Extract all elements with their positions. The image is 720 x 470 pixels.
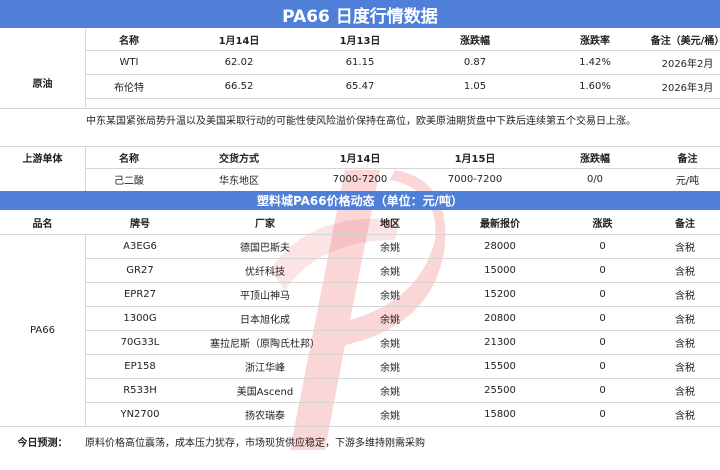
plastics-data-cell: 扬农瑞泰: [245, 410, 285, 422]
plastics-data-cell: 0: [599, 312, 606, 324]
divider: [85, 98, 720, 99]
plastics-data-cell: 15500: [484, 360, 516, 372]
plastics-data-cell: 0: [599, 408, 606, 420]
plastics-data-cell: 含税: [675, 290, 695, 302]
plastics-header-cell: 最新报价: [480, 218, 520, 230]
crude-data-cell: 1.42%: [579, 56, 611, 68]
plastics-data-cell: 15000: [484, 264, 516, 276]
upstream-data-cell: 7000-7200: [447, 173, 503, 185]
plastics-price-bar: 塑料城PA66价格动态（单位：元/吨）: [0, 191, 720, 210]
plastics-header-cell: 厂家: [255, 218, 275, 230]
plastics-data-cell: EP158: [124, 360, 156, 372]
crude-header-cell: 名称: [119, 35, 139, 47]
plastics-data-cell: 25500: [484, 384, 516, 396]
crude-data-cell: 65.47: [345, 80, 375, 92]
plastics-data-cell: 日本旭化成: [240, 314, 290, 326]
crude-data-cell: 1.05: [463, 80, 487, 92]
crude-data-cell: 61.15: [345, 56, 375, 68]
plastics-data-cell: 余姚: [380, 314, 400, 326]
upstream-data-cell: 元/吨: [675, 175, 700, 187]
crude-data-cell: 布伦特: [114, 82, 144, 94]
plastics-header-cell: 地区: [380, 218, 400, 230]
plastics-data-cell: 余姚: [380, 338, 400, 350]
crude-market-note: 中东某国紧张局势升温以及美国采取行动的可能性使风险溢价保持在高位，欧美原油期货盘…: [86, 116, 636, 127]
page-title: PA66 日度行情数据: [0, 0, 720, 28]
crude-data-cell: 0.87: [463, 56, 487, 68]
plastics-data-cell: 塞拉尼斯（原陶氏杜邦）: [210, 338, 320, 350]
crude-data-cell: 66.52: [224, 80, 254, 92]
divider: [85, 146, 86, 191]
plastics-data-cell: A3EG6: [123, 240, 157, 252]
crude-header-cell: 1月13日: [339, 35, 381, 47]
plastics-data-cell: 0: [599, 240, 606, 252]
plastics-data-cell: 21300: [484, 336, 516, 348]
plastics-data-cell: EPR27: [123, 288, 157, 300]
crude-header-cell: 涨跌幅: [460, 35, 490, 47]
plastics-data-cell: 含税: [675, 410, 695, 422]
plastics-data-cell: 余姚: [380, 410, 400, 422]
plastics-data-cell: 余姚: [380, 290, 400, 302]
plastics-data-cell: R533H: [123, 384, 157, 396]
plastics-data-cell: 0: [599, 336, 606, 348]
crude-data-cell: 2026年2月: [661, 58, 714, 70]
plastics-data-cell: GR27: [126, 264, 154, 276]
crude-data-cell: 2026年3月: [661, 82, 714, 94]
crude-section-label: 原油: [32, 78, 53, 90]
plastics-data-cell: 含税: [675, 386, 695, 398]
plastics-data-cell: 1300G: [123, 312, 157, 324]
plastics-data-cell: 余姚: [380, 242, 400, 254]
plastics-header-cell: 品名: [32, 218, 53, 230]
forecast-text: 原料价格高位震荡，成本压力犹存，市场现货供应稳定，下游多维持刚需采购: [85, 437, 425, 449]
plastics-data-cell: 含税: [675, 266, 695, 278]
plastics-data-cell: 0: [599, 384, 606, 396]
crude-data-cell: 62.02: [224, 56, 254, 68]
plastics-data-cell: 浙江华峰: [245, 362, 285, 374]
plastics-data-cell: 28000: [484, 240, 516, 252]
plastics-data-cell: 15800: [484, 408, 516, 420]
plastics-data-cell: 含税: [675, 242, 695, 254]
crude-data-cell: WTI: [119, 56, 139, 68]
plastics-data-cell: 余姚: [380, 362, 400, 374]
plastics-header-cell: 涨跌: [592, 218, 613, 230]
upstream-header-cell: 1月14日: [339, 153, 381, 165]
upstream-header-cell: 备注: [677, 153, 698, 165]
divider: [0, 108, 720, 109]
upstream-data-cell: 己二酸: [114, 175, 144, 187]
upstream-data-cell: 0/0: [586, 173, 604, 185]
plastics-data-cell: 余姚: [380, 266, 400, 278]
upstream-header-cell: 涨跌幅: [580, 153, 610, 165]
plastics-header-cell: 牌号: [130, 218, 150, 230]
plastics-data-cell: 优纤科技: [245, 266, 285, 278]
plastics-data-cell: 美国Ascend: [236, 386, 294, 398]
plastics-data-cell: YN2700: [120, 408, 160, 420]
plastics-data-cell: 含税: [675, 338, 695, 350]
upstream-header-cell: 1月15日: [454, 153, 496, 165]
plastics-data-cell: 0: [599, 264, 606, 276]
plastics-data-cell: 含税: [675, 314, 695, 326]
plastics-data-cell: 余姚: [380, 386, 400, 398]
plastics-data-cell: 0: [599, 360, 606, 372]
plastics-product-name: PA66: [30, 324, 55, 336]
forecast-label: 今日预测：: [17, 437, 68, 449]
upstream-header-cell: 名称: [119, 153, 139, 165]
plastics-data-cell: 70G33L: [120, 336, 160, 348]
divider: [0, 426, 720, 427]
plastics-data-cell: 20800: [484, 312, 516, 324]
plastics-data-cell: 15200: [484, 288, 516, 300]
crude-data-cell: 1.60%: [579, 80, 611, 92]
plastics-header-cell: 备注: [675, 218, 695, 230]
upstream-header-cell: 交货方式: [219, 153, 259, 165]
crude-header-cell: 备注（美元/桶）: [650, 35, 720, 47]
plastics-data-cell: 含税: [675, 362, 695, 374]
upstream-data-cell: 7000-7200: [332, 173, 388, 185]
plastics-data-cell: 0: [599, 288, 606, 300]
upstream-section-label: 上游单体: [22, 153, 63, 165]
crude-header-cell: 涨跌率: [580, 35, 610, 47]
plastics-data-cell: 平顶山神马: [240, 290, 290, 302]
crude-header-cell: 1月14日: [218, 35, 260, 47]
upstream-data-cell: 华东地区: [219, 175, 259, 187]
plastics-data-cell: 德国巴斯夫: [240, 242, 290, 254]
